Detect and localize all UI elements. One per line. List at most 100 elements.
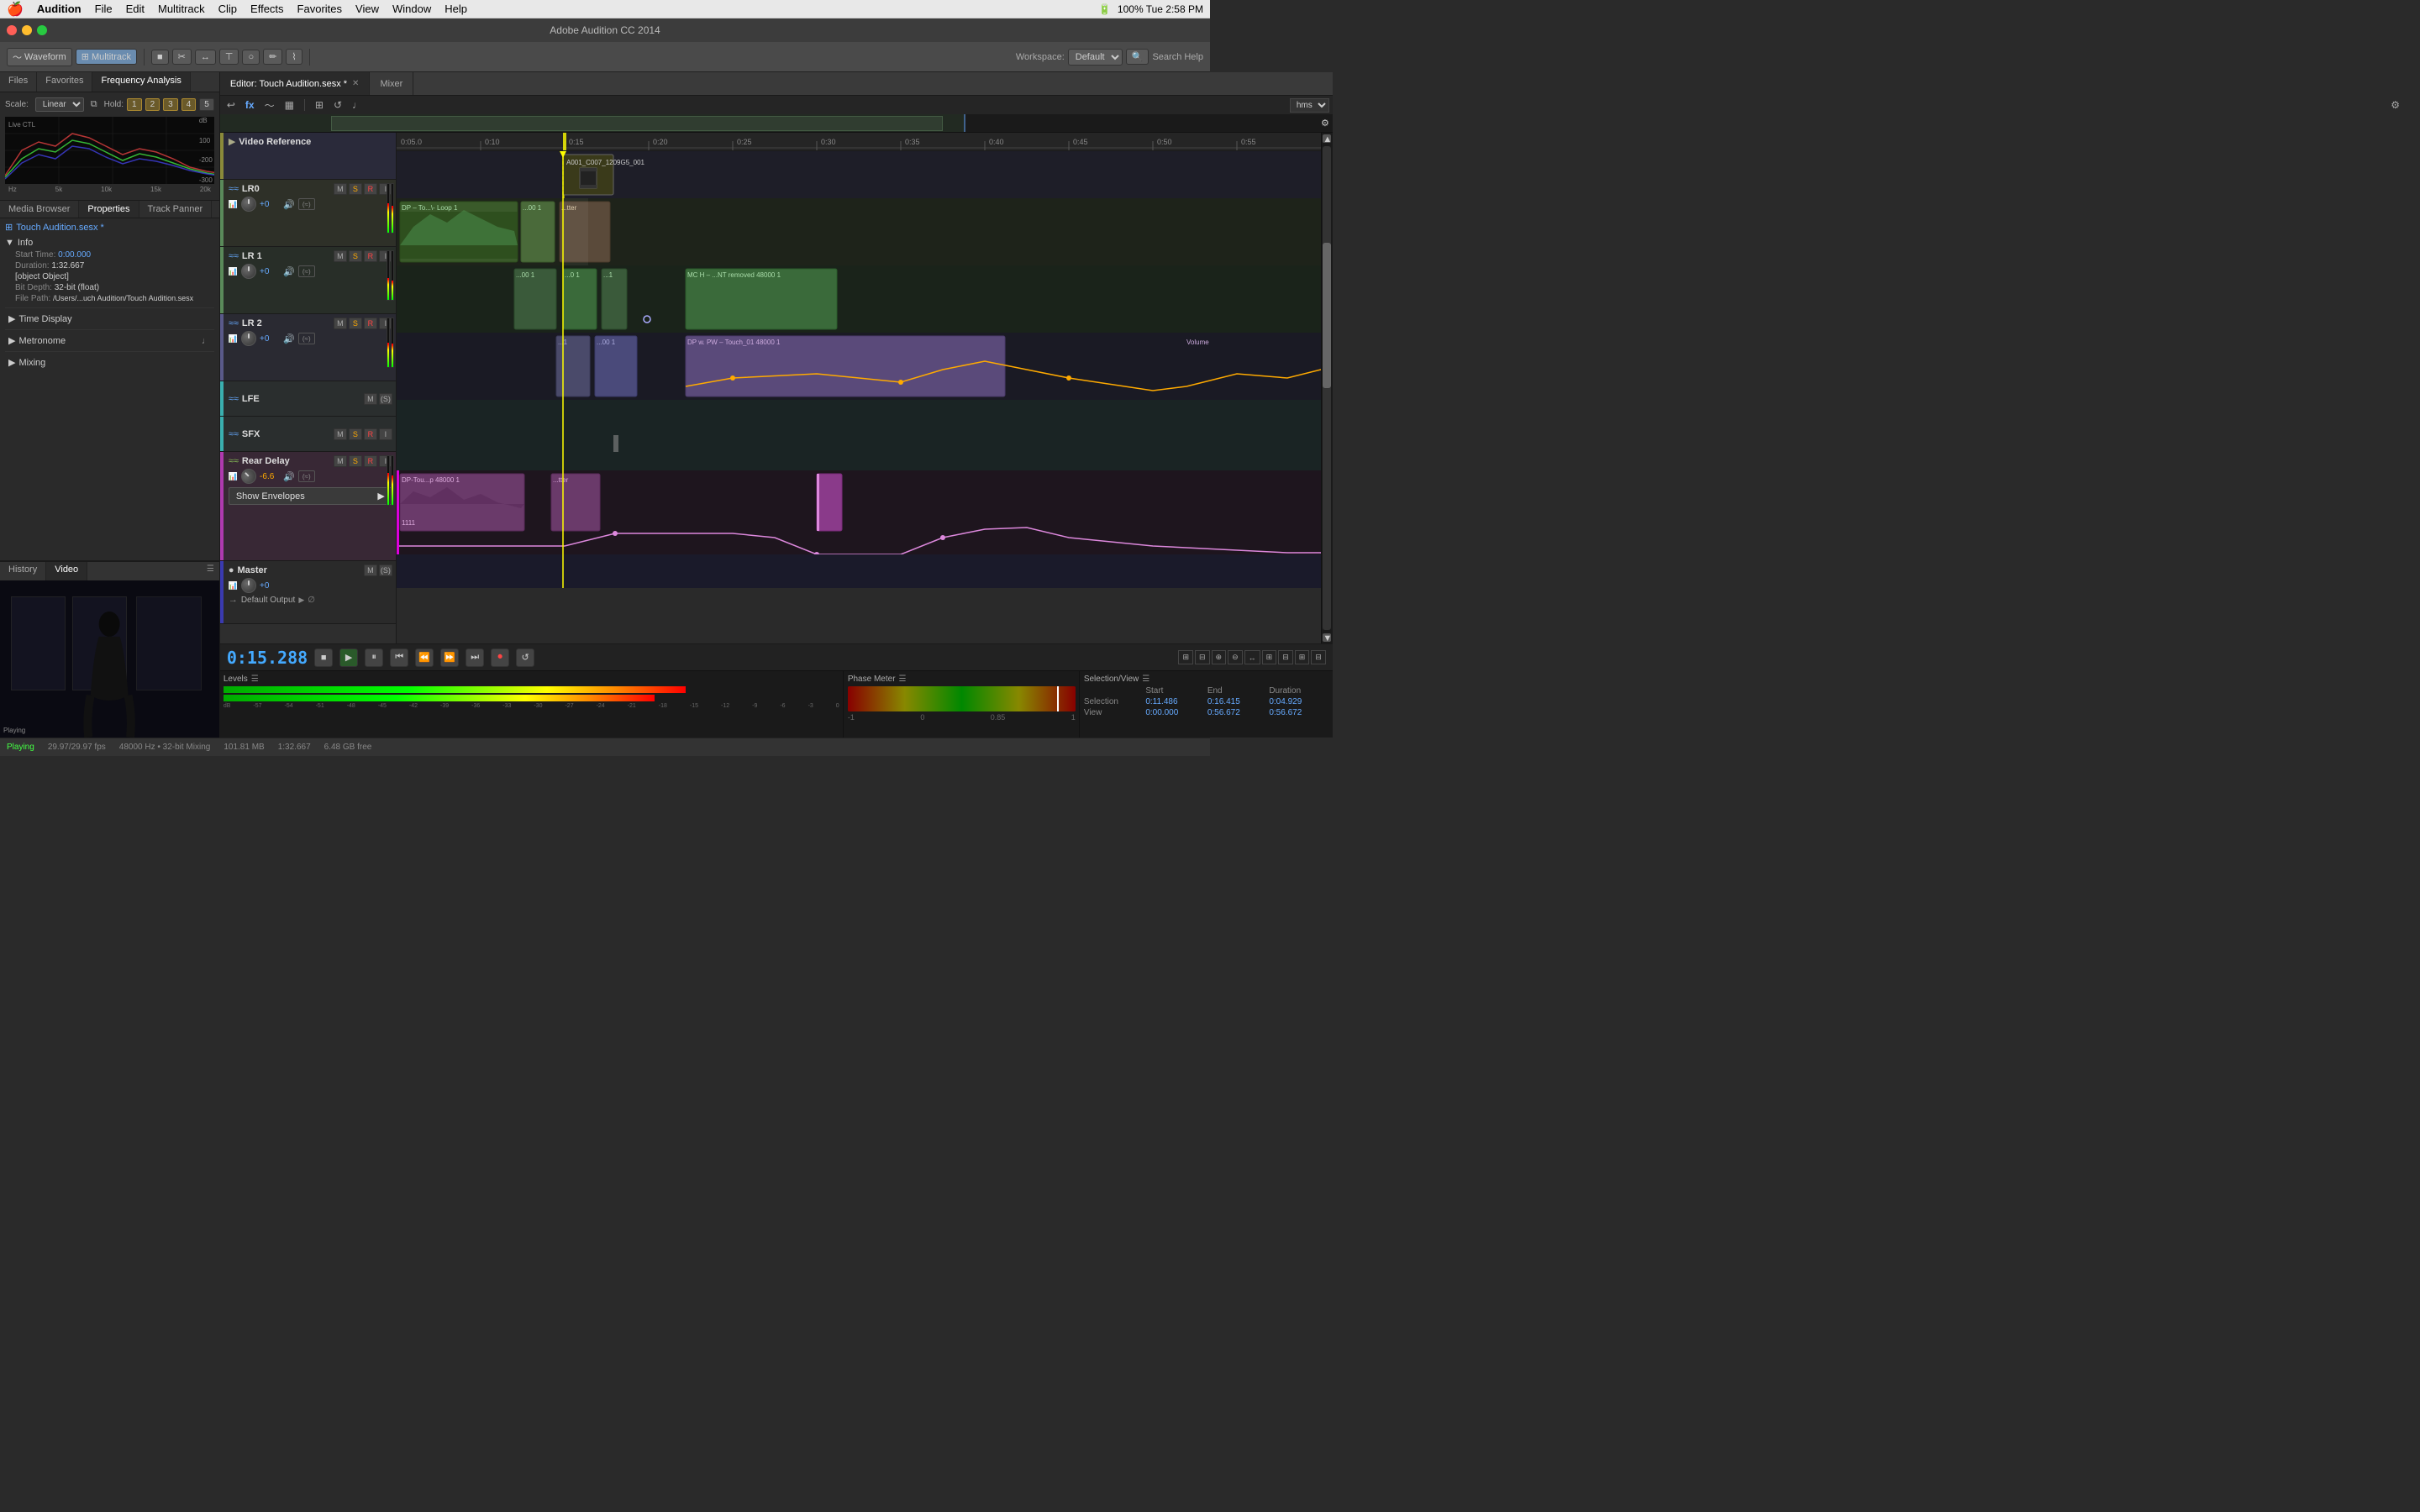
tab-properties[interactable]: Properties [79, 201, 139, 218]
zoom-settings-btn[interactable]: ⚙ [2387, 99, 2403, 111]
record-button[interactable]: ⏺ [491, 648, 509, 667]
effects-menu[interactable]: Effects [250, 3, 284, 15]
rear-volume-knob[interactable] [238, 465, 259, 486]
meter-btn[interactable]: ▦ [281, 99, 297, 111]
sfx-rec[interactable]: R [364, 428, 377, 440]
rewind-button[interactable]: ⏪ [415, 648, 434, 667]
overview-bar[interactable]: ⚙ [220, 114, 1333, 133]
scroll-down-btn[interactable]: ▼ [1323, 633, 1331, 642]
window-menu[interactable]: Window [392, 3, 431, 15]
forward-button[interactable]: ⏩ [440, 648, 459, 667]
zoom-out-time[interactable]: ⊟ [1195, 650, 1210, 664]
fx-btn[interactable]: fx [242, 99, 258, 111]
zoom-all[interactable]: ⊞ [1295, 650, 1310, 664]
multitrack-menu[interactable]: Multitrack [158, 3, 205, 15]
skip-back-button[interactable]: ⏮ [390, 648, 408, 667]
cut-toolbar-btn[interactable]: ✂ [172, 49, 192, 65]
zoom-in-time[interactable]: ⊞ [1178, 650, 1193, 664]
minimize-button[interactable] [22, 25, 32, 35]
rear-mute[interactable]: M [334, 455, 347, 467]
scale-select[interactable]: Linear [35, 97, 84, 112]
hold-btn-3[interactable]: 3 [163, 98, 178, 111]
hold-btn-4[interactable]: 4 [182, 98, 197, 111]
tab-frequency-analysis[interactable]: Frequency Analysis [92, 72, 190, 92]
lfe-mute[interactable]: M [364, 393, 377, 405]
overview-settings[interactable]: ⚙ [1321, 118, 1329, 129]
scroll-up-btn[interactable]: ▲ [1323, 134, 1331, 143]
trim-toolbar-btn[interactable]: ⊤ [219, 49, 239, 65]
levels-menu[interactable]: ☰ [251, 675, 259, 684]
lr1-volume-knob[interactable] [241, 264, 256, 279]
snap-btn[interactable]: ⊞ [312, 99, 327, 111]
loop-btn[interactable]: ↺ [330, 99, 345, 111]
mixing-header[interactable]: ▶ Mixing [5, 355, 214, 370]
pencil-toolbar-btn[interactable]: ✏ [263, 49, 282, 65]
lr2-surround[interactable]: (≈) [298, 333, 315, 344]
lr2-rec[interactable]: R [364, 318, 377, 329]
loop-button[interactable]: ↺ [516, 648, 534, 667]
lasso-toolbar-btn[interactable]: ○ [242, 50, 260, 65]
tab-media-browser[interactable]: Media Browser [0, 201, 79, 218]
zoom-reset[interactable]: ⊟ [1311, 650, 1326, 664]
brush-toolbar-btn[interactable]: ⌇ [286, 49, 302, 65]
output-arrow[interactable]: ▶ [298, 596, 304, 605]
rear-surround[interactable]: (≈) [298, 470, 315, 482]
close-button[interactable] [7, 25, 17, 35]
metronome-btn[interactable]: ♩ [349, 99, 366, 111]
tab-track-panner[interactable]: Track Panner [139, 201, 213, 218]
tab-video[interactable]: Video [46, 562, 87, 580]
info-header[interactable]: ▼ Info [5, 236, 214, 249]
lr1-pan[interactable]: 🔊 [283, 266, 295, 277]
lr2-mute[interactable]: M [334, 318, 347, 329]
vertical-scrollbar[interactable]: ▲ ▼ [1321, 133, 1333, 643]
lr0-surround[interactable]: (≈) [298, 198, 315, 210]
video-menu-icon[interactable]: ☰ [202, 562, 219, 580]
sfx-input[interactable]: I [379, 428, 392, 440]
app-menu[interactable]: Audition [37, 3, 82, 15]
maximize-button[interactable] [37, 25, 47, 35]
lr0-rec[interactable]: R [364, 183, 377, 195]
edit-menu[interactable]: Edit [126, 3, 145, 15]
view-menu[interactable]: View [355, 3, 379, 15]
undo-btn[interactable]: ↩ [224, 99, 239, 111]
sfx-mute[interactable]: M [334, 428, 347, 440]
master-surround[interactable]: (S) [379, 564, 392, 576]
help-menu[interactable]: Help [445, 3, 467, 15]
zoom-in-amp[interactable]: ⊕ [1212, 650, 1227, 664]
skip-forward-button[interactable]: ⏭ [466, 648, 484, 667]
hold-btn-2[interactable]: 2 [145, 98, 160, 111]
tracks-scrollable[interactable]: A001_C007_1209G5_001 DP – To...\- Loop 1 [397, 151, 1321, 643]
tab-files[interactable]: Files [0, 72, 37, 92]
editor-tab-close[interactable]: ✕ [352, 79, 359, 88]
selection-menu[interactable]: ☰ [1142, 675, 1150, 684]
rear-pan[interactable]: 🔊 [283, 471, 295, 482]
multitrack-button[interactable]: ⊞ Multitrack [76, 49, 137, 65]
output-mute-icon[interactable]: ∅ [308, 596, 315, 605]
search-icon-btn[interactable]: 🔍 [1126, 49, 1150, 65]
tab-mixer[interactable]: Mixer [370, 72, 413, 95]
zoom-in-sel[interactable]: ⊞ [1262, 650, 1277, 664]
time-ruler[interactable]: 0:05.0 0:10 0:15 0:20 0:25 0:30 0:35 [397, 133, 1321, 151]
stop-toolbar-btn[interactable]: ■ [151, 50, 169, 65]
copy-icon[interactable]: ⧉ [91, 99, 97, 110]
time-format-select[interactable]: hms [1290, 98, 1329, 113]
stop-button[interactable]: ■ [314, 648, 333, 667]
hold-btn-1[interactable]: 1 [127, 98, 142, 111]
zoom-out-amp[interactable]: ⊖ [1228, 650, 1243, 664]
apple-menu[interactable]: 🍎 [7, 1, 24, 18]
lr0-solo[interactable]: S [349, 183, 362, 195]
select-toolbar-btn[interactable]: ↔ [195, 50, 216, 65]
pause-button[interactable]: ⏸ [365, 648, 383, 667]
metronome-header[interactable]: ▶ Metronome ♩ [5, 333, 214, 348]
scroll-thumb[interactable] [1323, 146, 1331, 630]
rear-rec[interactable]: R [364, 455, 377, 467]
lr0-volume-knob[interactable] [241, 197, 256, 212]
lr1-rec[interactable]: R [364, 250, 377, 262]
envelope-btn[interactable]: 〜 [261, 98, 278, 113]
rear-solo[interactable]: S [349, 455, 362, 467]
favorites-menu[interactable]: Favorites [297, 3, 342, 15]
zoom-out-sel[interactable]: ⊟ [1278, 650, 1293, 664]
tab-favorites[interactable]: Favorites [37, 72, 92, 92]
phase-menu[interactable]: ☰ [899, 675, 907, 684]
workspace-select[interactable]: Default [1068, 49, 1123, 66]
